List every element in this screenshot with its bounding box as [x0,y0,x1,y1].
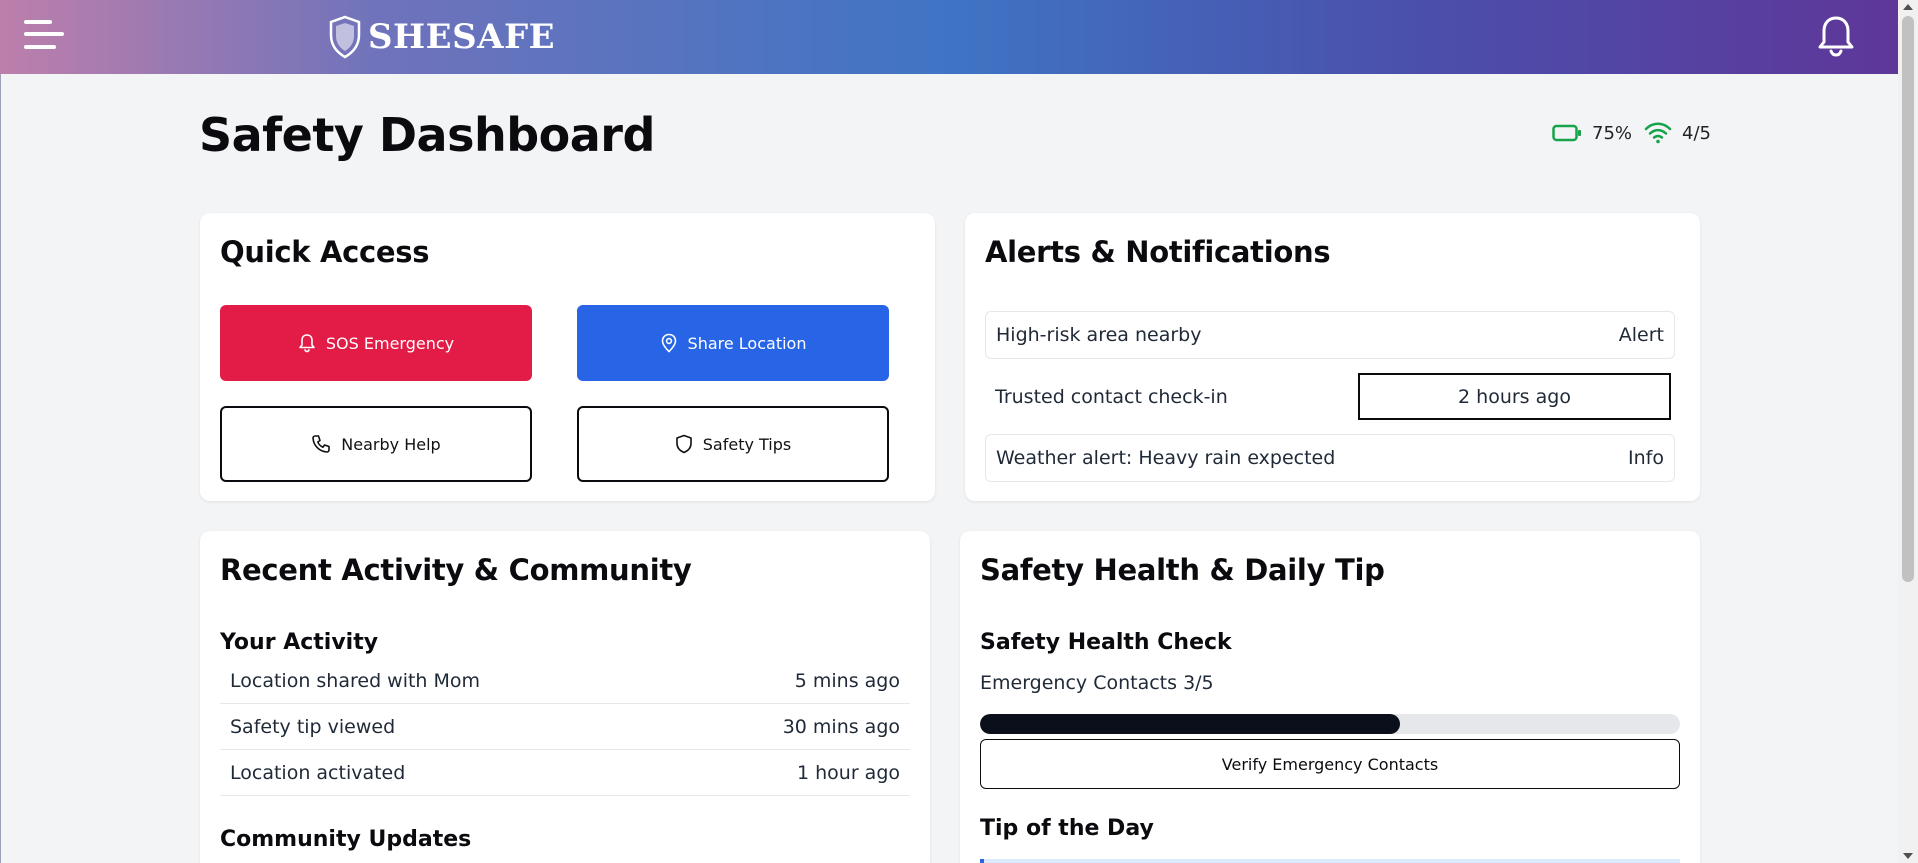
app-header: SHESAFE [0,0,1898,74]
alert-time-badge: 2 hours ago [1358,373,1671,420]
activity-time: 30 mins ago [782,715,900,738]
brand-name: SHESAFE [368,17,556,57]
brand-logo[interactable]: SHESAFE [328,14,555,60]
sos-emergency-label: SOS Emergency [325,333,455,353]
shield-logo-icon [329,15,361,59]
alert-text: Trusted contact check-in [995,386,1228,408]
activity-text: Safety tip viewed [230,715,396,738]
alert-item[interactable]: Weather alert: Heavy rain expected Info [985,434,1675,482]
quick-access-title: Quick Access [220,235,430,269]
your-activity-heading: Your Activity [220,630,379,655]
bell-icon[interactable] [1816,14,1856,58]
map-pin-icon [661,333,676,353]
emergency-contacts-label: Emergency Contacts 3/5 [980,672,1214,694]
alert-text: High-risk area nearby [996,324,1202,346]
safety-health-card: Safety Health & Daily Tip Safety Health … [960,531,1700,863]
page-title: Safety Dashboard [199,108,655,162]
share-location-button[interactable]: Share Location [577,305,889,381]
battery-level: 75% [1592,122,1633,144]
activity-time: 1 hour ago [796,761,900,784]
activity-text: Location activated [230,761,406,784]
alert-item[interactable]: Trusted contact check-in 2 hours ago [985,359,1675,435]
verify-emergency-contacts-button[interactable]: Verify Emergency Contacts [980,739,1680,789]
hamburger-menu-icon[interactable] [24,18,64,52]
wifi-icon [1644,122,1672,144]
scroll-up-arrow-icon[interactable] [1903,4,1913,10]
alert-tag: Info [1628,447,1664,469]
safety-tips-button[interactable]: Safety Tips [577,406,889,482]
alert-item[interactable]: High-risk area nearby Alert [985,311,1675,359]
signal-level: 4/5 [1682,122,1711,144]
bell-icon [299,334,315,353]
battery-icon [1552,124,1581,142]
phone-icon [312,435,331,453]
activity-item: Location activated 1 hour ago [220,750,910,796]
share-location-label: Share Location [687,333,807,353]
safety-health-title: Safety Health & Daily Tip [980,553,1385,587]
activity-item: Safety tip viewed 30 mins ago [220,704,910,750]
activity-time: 5 mins ago [794,669,900,692]
page-left-border [0,74,1,863]
scroll-thumb[interactable] [1902,16,1914,582]
vertical-scrollbar[interactable] [1898,0,1918,863]
alerts-card: Alerts & Notifications High-risk area ne… [965,213,1700,501]
alert-text: Weather alert: Heavy rain expected [996,447,1336,469]
health-check-heading: Safety Health Check [980,630,1232,655]
tip-content-box [980,859,1680,863]
recent-activity-title: Recent Activity & Community [220,553,692,587]
emergency-contacts-progress [980,714,1680,734]
community-updates-heading: Community Updates [220,827,472,852]
progress-fill [980,714,1400,734]
alert-tag: 2 hours ago [1458,385,1571,408]
safety-tips-label: Safety Tips [702,434,792,454]
device-status: 75% 4/5 [1552,122,1723,144]
alert-tag: Alert [1618,324,1664,346]
nearby-help-button[interactable]: Nearby Help [220,406,532,482]
recent-activity-card: Recent Activity & Community Your Activit… [200,531,930,863]
alerts-title: Alerts & Notifications [985,235,1331,269]
activity-item: Location shared with Mom 5 mins ago [220,658,910,704]
scroll-down-arrow-icon[interactable] [1903,853,1913,859]
quick-access-card: Quick Access SOS Emergency Share Locatio… [200,213,935,501]
activity-text: Location shared with Mom [230,669,481,692]
nearby-help-label: Nearby Help [341,434,441,454]
sos-emergency-button[interactable]: SOS Emergency [220,305,532,381]
tip-of-the-day-heading: Tip of the Day [980,816,1154,841]
shield-icon [675,434,692,454]
